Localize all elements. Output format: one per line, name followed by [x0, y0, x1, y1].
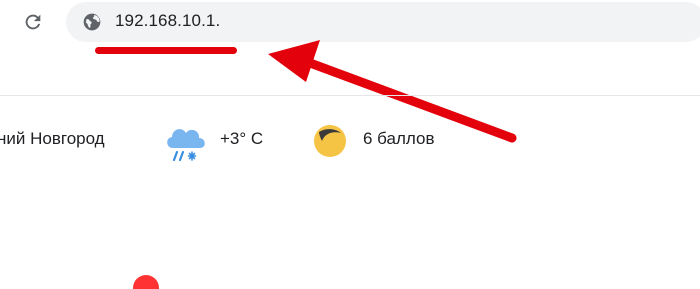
address-bar[interactable]: 192.168.10.1. [66, 2, 700, 42]
city-link[interactable]: ний Новгород [0, 129, 105, 149]
cloud-snow-icon[interactable] [163, 122, 209, 164]
red-underline-annotation [95, 47, 237, 54]
globe-icon[interactable] [82, 12, 102, 32]
reload-icon[interactable] [22, 11, 44, 33]
url-text[interactable]: 192.168.10.1. [115, 11, 220, 31]
partial-red-element [133, 275, 159, 289]
traffic-moon-icon[interactable] [311, 122, 349, 160]
temperature[interactable]: +3° C [220, 129, 263, 149]
info-bar: ний Новгород +3° C 6 баллов [0, 114, 700, 168]
separator [0, 95, 700, 96]
traffic-score[interactable]: 6 баллов [363, 129, 435, 149]
